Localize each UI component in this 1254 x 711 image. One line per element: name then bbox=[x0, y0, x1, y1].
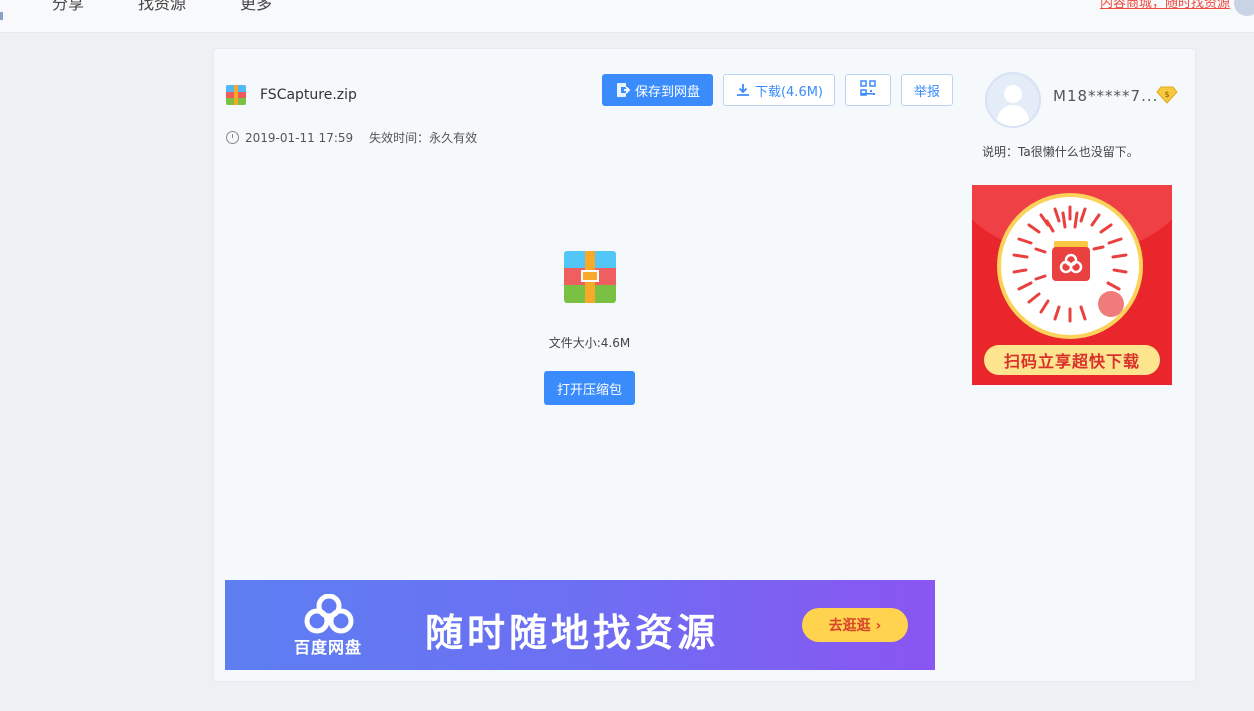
file-name: FSCapture.zip bbox=[260, 87, 357, 103]
zip-file-icon bbox=[226, 85, 246, 105]
mini-program-logo-icon bbox=[1098, 291, 1124, 317]
download-icon bbox=[735, 82, 751, 98]
top-avatar[interactable] bbox=[1234, 0, 1254, 16]
open-archive-button[interactable]: 打开压缩包 bbox=[544, 371, 635, 405]
save-icon bbox=[615, 82, 631, 98]
nav-item-more[interactable]: 更多 bbox=[240, 0, 272, 14]
user-avatar[interactable] bbox=[985, 72, 1041, 128]
banner-logo-text: 百度网盘 bbox=[293, 638, 362, 657]
qr-code-icon bbox=[860, 80, 876, 100]
nav-item-find-resources[interactable]: 找资源 bbox=[138, 0, 186, 14]
share-card: FSCapture.zip 2019-01-11 17:59 失效时间：永久有效… bbox=[213, 48, 1196, 682]
file-size: 文件大小:4.6M bbox=[548, 336, 631, 350]
archive-preview-icon bbox=[564, 251, 616, 303]
qr-download-ad[interactable]: 扫码立享超快下载 bbox=[972, 185, 1172, 385]
user-name[interactable]: M18*****7... bbox=[1053, 87, 1158, 105]
save-to-disk-button[interactable]: 保存到网盘 bbox=[602, 74, 713, 106]
svg-text:$: $ bbox=[1164, 90, 1169, 99]
nav-edge-marker bbox=[0, 12, 3, 20]
qr-ad-caption: 扫码立享超快下载 bbox=[984, 345, 1160, 375]
qr-code-button[interactable] bbox=[845, 74, 891, 106]
gift-box-icon bbox=[1052, 247, 1090, 281]
nav-item-share[interactable]: 分享 bbox=[52, 0, 84, 14]
report-button[interactable]: 举报 bbox=[901, 74, 953, 106]
download-button[interactable]: 下载(4.6M) bbox=[723, 74, 835, 106]
banner-slogan: 随时随地找资源 bbox=[425, 611, 720, 655]
share-date: 2019-01-11 17:59 bbox=[245, 130, 354, 145]
file-header: FSCapture.zip bbox=[226, 85, 357, 105]
user-description: 说明：Ta很懒什么也没留下。 bbox=[982, 145, 1139, 159]
vip-diamond-icon: $ bbox=[1156, 86, 1178, 108]
report-label: 举报 bbox=[913, 84, 940, 100]
expire-time: 失效时间：永久有效 bbox=[369, 131, 478, 145]
download-label: 下载(4.6M) bbox=[754, 84, 824, 100]
save-label: 保存到网盘 bbox=[634, 84, 700, 100]
banner-go-button[interactable]: 去逛逛 › bbox=[802, 608, 908, 642]
baidu-netdisk-logo-icon bbox=[293, 593, 365, 638]
content-mall-link[interactable]: 内容商城，随时找资源 bbox=[1100, 0, 1230, 11]
promo-banner[interactable]: 百度网盘 随时随地找资源 去逛逛 › bbox=[225, 580, 935, 670]
top-navigation: 分享 找资源 更多 内容商城，随时找资源 bbox=[0, 0, 1254, 33]
clock-icon bbox=[226, 131, 239, 144]
file-meta: 2019-01-11 17:59 失效时间：永久有效 bbox=[226, 129, 477, 146]
